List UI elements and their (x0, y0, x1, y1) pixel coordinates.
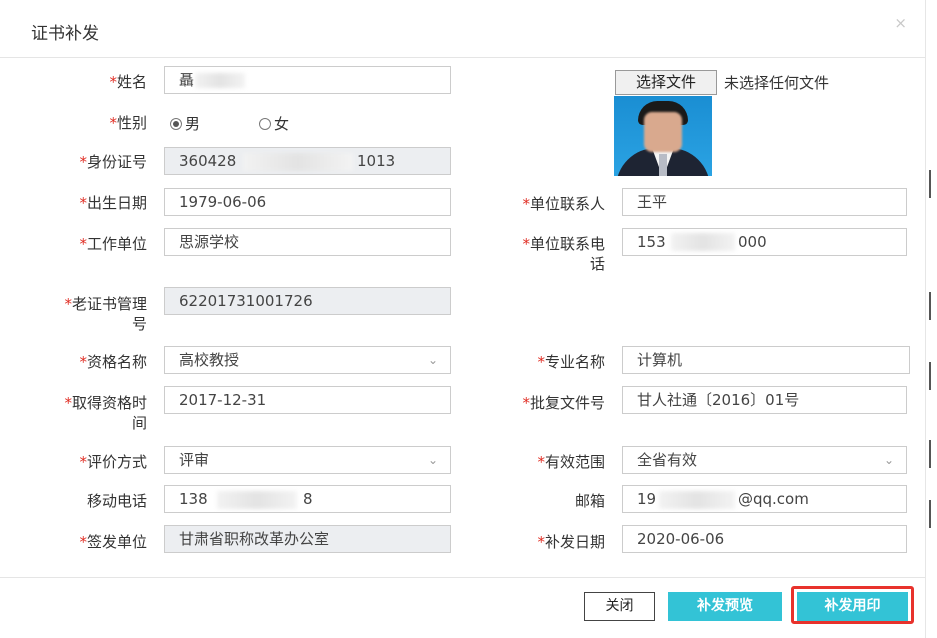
qual-date-label: *取得资格时间 (64, 394, 147, 432)
contact-person-label: *单位联系人 (522, 195, 605, 213)
gender-radio-male[interactable]: 男 (170, 113, 200, 134)
dialog-header: 证书补发 × (0, 0, 925, 58)
id-number-input[interactable]: 360428 1013 (164, 147, 451, 175)
dialog-title: 证书补发 (31, 24, 99, 44)
qual-date-input[interactable]: 2017-12-31 (164, 386, 451, 414)
email-input[interactable]: 19 @qq.com (622, 485, 907, 513)
id-number-label: *身份证号 (79, 153, 147, 171)
window-edge (925, 0, 937, 638)
valid-scope-label: *有效范围 (537, 453, 605, 471)
valid-scope-select[interactable]: 全省有效 ⌄ (622, 446, 907, 474)
birth-date-label: *出生日期 (79, 194, 147, 212)
name-label: *姓名 (109, 73, 147, 91)
issuer-input[interactable]: 甘肃省职称改革办公室 (164, 525, 451, 553)
dialog-footer-divider (0, 577, 925, 578)
reissue-date-input[interactable]: 2020-06-06 (622, 525, 907, 553)
contact-person-input[interactable]: 王平 (622, 188, 907, 216)
old-cert-no-label: *老证书管理号 (64, 295, 147, 333)
old-cert-no-input[interactable]: 62201731001726 (164, 287, 451, 315)
contact-phone-label: *单位联系电话 (522, 235, 605, 273)
contact-phone-input[interactable]: 153 000 (622, 228, 907, 256)
approval-doc-input[interactable]: 甘人社通〔2016〕01号 (622, 386, 907, 414)
gender-radio-female[interactable]: 女 (259, 113, 289, 134)
qualification-label: *资格名称 (79, 353, 147, 371)
file-status-text: 未选择任何文件 (724, 74, 830, 92)
choose-file-button[interactable]: 选择文件 (615, 70, 717, 95)
chevron-down-icon: ⌄ (427, 353, 438, 367)
radio-selected-icon (170, 117, 182, 130)
issuer-label: *签发单位 (79, 533, 147, 551)
mobile-input[interactable]: 138 8 (164, 485, 451, 513)
qualification-select[interactable]: 高校教授 ⌄ (164, 346, 451, 374)
eval-method-label: *评价方式 (79, 453, 147, 471)
work-unit-input[interactable]: 思源学校 (164, 228, 451, 256)
reissue-certificate-dialog: 证书补发 × *姓名 聶 *性别 男 女 *身份证号 360428 1013 *… (0, 0, 925, 638)
reissue-preview-button[interactable]: 补发预览 (668, 592, 782, 621)
approval-doc-label: *批复文件号 (522, 394, 605, 412)
work-unit-label: *工作单位 (79, 235, 147, 253)
email-label: 邮箱 (574, 492, 605, 510)
reissue-seal-button[interactable]: 补发用印 (797, 592, 908, 621)
radio-empty-icon (259, 117, 271, 130)
name-input[interactable]: 聶 (164, 66, 451, 94)
major-label: *专业名称 (537, 353, 605, 371)
chevron-down-icon: ⌄ (883, 453, 894, 467)
close-button[interactable]: 关闭 (584, 592, 655, 621)
chevron-down-icon: ⌄ (427, 453, 438, 467)
close-icon[interactable]: × (894, 14, 907, 32)
major-input[interactable]: 计算机 (622, 346, 910, 374)
eval-method-select[interactable]: 评审 ⌄ (164, 446, 451, 474)
reissue-date-label: *补发日期 (537, 533, 605, 551)
mobile-label: 移动电话 (86, 492, 147, 510)
gender-label: *性别 (109, 114, 147, 132)
birth-date-input[interactable]: 1979-06-06 (164, 188, 451, 216)
applicant-photo (614, 96, 712, 176)
